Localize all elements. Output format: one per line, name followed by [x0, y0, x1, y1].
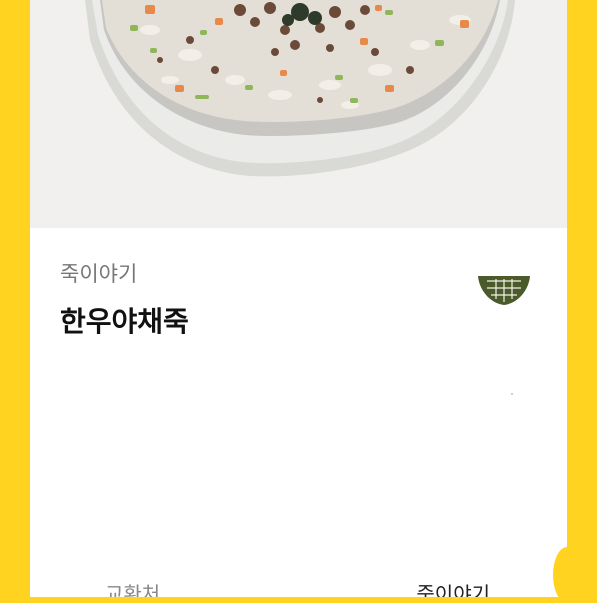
ticket-notch-left	[0, 547, 14, 603]
brand-name: 죽이야기	[60, 262, 138, 286]
product-photo	[30, 0, 567, 228]
product-name: 한우야채죽	[60, 305, 189, 338]
ticket-notch-right	[553, 547, 581, 603]
brand-logo-bowl-icon	[478, 276, 530, 305]
product-info: 죽이야기 한우야채죽	[30, 228, 567, 597]
decorative-dot	[511, 393, 513, 395]
porridge-bowl-image	[85, 0, 515, 177]
exchange-value: 죽이야기	[416, 582, 490, 597]
gifticon-card: 죽이야기 한우야채죽 교환처 죽이야기	[30, 0, 567, 597]
exchange-label: 교환처	[105, 582, 161, 597]
